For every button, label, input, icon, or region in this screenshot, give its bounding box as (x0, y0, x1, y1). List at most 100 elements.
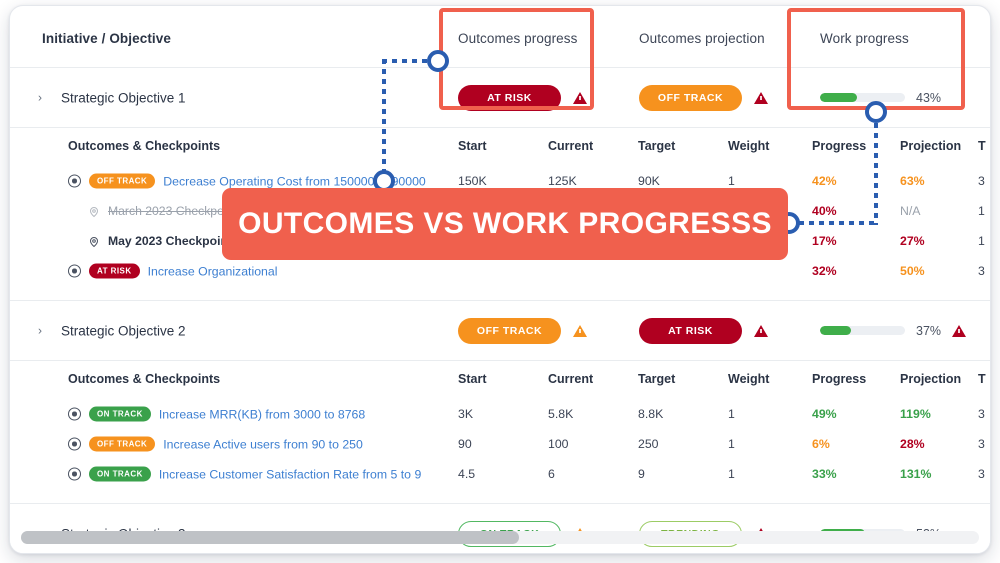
cell-current: 125K (548, 174, 577, 188)
cell-weight: 1 (728, 437, 735, 451)
subheader-target: Target (638, 139, 676, 153)
cell-target: 130K (638, 204, 667, 218)
cell-target: 90K (638, 174, 660, 188)
cell-target: 250 (638, 437, 659, 451)
cell-start: 150K (458, 204, 487, 218)
cell-progress: 32% (812, 264, 837, 278)
objective-title-label: Strategic Objective 1 (61, 90, 186, 105)
outcomes-projection-status-badge[interactable]: AT RISK (639, 317, 742, 344)
cell-projection: N/A (900, 204, 921, 218)
subheader-start: Start (458, 372, 487, 386)
warning-triangle-icon (952, 324, 967, 337)
target-icon (68, 407, 81, 421)
target-icon (68, 264, 81, 278)
outcomes-progress-status-badge[interactable]: OFF TRACK (458, 317, 561, 344)
outcome-label-group[interactable]: ON TRACK Increase Customer Satisfaction R… (68, 466, 421, 482)
outcomes-progress-status-cell: AT RISK (458, 84, 628, 111)
cell-projection: 27% (900, 234, 925, 248)
cell-start: 150K (458, 174, 487, 188)
objective-title-group[interactable]: › Strategic Objective 2 (38, 323, 186, 338)
outcomes-projection-status-badge[interactable]: OFF TRACK (639, 84, 742, 111)
outcome-row[interactable]: ON TRACK Increase Customer Satisfaction R… (10, 459, 990, 489)
outcome-label-group[interactable]: OFF TRACK Increase Active users from 90 t… (68, 436, 363, 452)
outcome-name-link[interactable]: Increase Customer Satisfaction Rate from… (159, 467, 421, 481)
checkpoint-row[interactable]: March 2023 Checkpoint (40%) 150K 142K 130K 4… (10, 196, 990, 226)
subheader-projection: Projection (900, 372, 962, 386)
objective-title-group[interactable]: › Strategic Objective 1 (38, 90, 186, 105)
cell-truncated: 3 (978, 264, 985, 278)
cell-start: 4.5 (458, 467, 476, 481)
map-pin-icon (88, 235, 100, 248)
cell-weight: 1 (728, 174, 735, 188)
outcome-status-badge[interactable]: OFF TRACK (89, 173, 156, 189)
outcome-status-badge[interactable]: ON TRACK (89, 406, 151, 422)
cell-truncated: 1 (978, 234, 985, 248)
outcome-name-link[interactable]: Increase MRR(KB) from 3000 to 8768 (159, 407, 365, 421)
outcome-row[interactable]: OFF TRACK Increase Active users from 90 t… (10, 429, 990, 459)
map-pin-icon (88, 205, 100, 218)
chevron-right-icon[interactable]: › (38, 324, 46, 338)
cell-progress: 49% (812, 407, 837, 421)
checkpoint-label-group[interactable]: May 2023 Checkpoint (17%) (88, 234, 268, 248)
objective-detail-block: Outcomes & Checkpoints Start Current Target… (10, 128, 990, 301)
cell-target: 9 (638, 467, 645, 481)
outcome-status-badge[interactable]: OFF TRACK (89, 436, 156, 452)
cell-projection: 50% (900, 264, 925, 278)
horizontal-scrollbar-thumb[interactable] (21, 531, 520, 544)
cell-progress: 17% (812, 234, 837, 248)
chevron-right-icon[interactable]: › (38, 91, 46, 105)
checkpoint-row[interactable]: May 2023 Checkpoint (17%) 17% 27% 1 (10, 226, 990, 256)
cell-start: 90 (458, 437, 472, 451)
cell-weight: 1 (728, 467, 735, 481)
objective-summary-row[interactable]: ›Strategic Objective 3ON TRACKTRENDING53… (10, 504, 990, 553)
outcome-row[interactable]: AT RISK Increase Organizational 32% 50% 3 (10, 256, 990, 286)
subheader-current: Current (548, 372, 594, 386)
work-progress-cell: 37% (820, 324, 990, 338)
objective-summary-row[interactable]: › Strategic Objective 1 AT RISK OFF TRACK 43… (10, 68, 990, 128)
outcome-name-link[interactable]: Decrease Operating Cost from 150000 to 9… (163, 174, 426, 188)
outcome-row[interactable]: ON TRACK Increase MRR(KB) from 3000 to 87… (10, 399, 990, 429)
table-viewport[interactable]: Initiative / Objective Outcomes progress… (10, 6, 990, 553)
objective-summary-row[interactable]: › Strategic Objective 2 OFF TRACK AT RISK 37… (10, 301, 990, 361)
column-header-initiative: Initiative / Objective (42, 31, 171, 46)
cell-truncated: 3 (978, 437, 985, 451)
warning-triangle-icon (754, 324, 768, 337)
outcome-status-badge[interactable]: ON TRACK (89, 466, 151, 482)
cell-projection: 63% (900, 174, 925, 188)
target-icon (68, 467, 81, 481)
checkpoint-label-group[interactable]: March 2023 Checkpoint (40%) (88, 204, 273, 218)
cell-truncated: 3 (978, 407, 985, 421)
outcomes-projection-status-cell: AT RISK (639, 317, 809, 344)
outcome-label-group[interactable]: AT RISK Increase Organizational (68, 263, 278, 279)
work-progress-bar (820, 93, 905, 102)
subheader-outcomes-checkpoints: Outcomes & Checkpoints (68, 139, 221, 153)
subheader-current: Current (548, 139, 594, 153)
horizontal-scrollbar[interactable] (21, 531, 979, 544)
outcome-label-group[interactable]: ON TRACK Increase MRR(KB) from 3000 to 87… (68, 406, 365, 422)
subheader-outcomes-checkpoints: Outcomes & Checkpoints (68, 372, 221, 386)
outcome-name-link[interactable]: Increase Organizational (148, 264, 278, 278)
objectives-container: › Strategic Objective 1 AT RISK OFF TRACK 43… (10, 68, 990, 553)
work-progress-percent: 43% (916, 90, 942, 105)
outcome-row[interactable]: OFF TRACK Decrease Operating Cost from 15… (10, 166, 990, 196)
subheader-truncated: T (978, 372, 986, 386)
outcomes-progress-status-cell: OFF TRACK (458, 317, 628, 344)
cell-progress: 6% (812, 437, 830, 451)
outcome-label-group[interactable]: OFF TRACK Decrease Operating Cost from 15… (68, 173, 426, 189)
outcomes-progress-status-badge[interactable]: AT RISK (458, 84, 561, 111)
table-header-row: Initiative / Objective Outcomes progress… (10, 6, 990, 68)
cell-projection: 131% (900, 467, 932, 481)
cell-projection: 119% (900, 407, 931, 421)
cell-projection: 28% (900, 437, 925, 451)
outcome-status-badge[interactable]: AT RISK (89, 263, 140, 279)
outcome-name-link[interactable]: Increase Active users from 90 to 250 (163, 437, 363, 451)
cell-truncated: 3 (978, 174, 985, 188)
detail-subheader-row: Outcomes & Checkpoints Start Current Target… (10, 361, 990, 399)
subheader-progress: Progress (812, 372, 867, 386)
work-progress-bar (820, 326, 905, 335)
subheader-progress: Progress (812, 139, 867, 153)
cell-current: 100 (548, 437, 569, 451)
outcomes-projection-status-cell: OFF TRACK (639, 84, 809, 111)
subheader-start: Start (458, 139, 487, 153)
objective-title-label: Strategic Objective 2 (61, 323, 186, 338)
